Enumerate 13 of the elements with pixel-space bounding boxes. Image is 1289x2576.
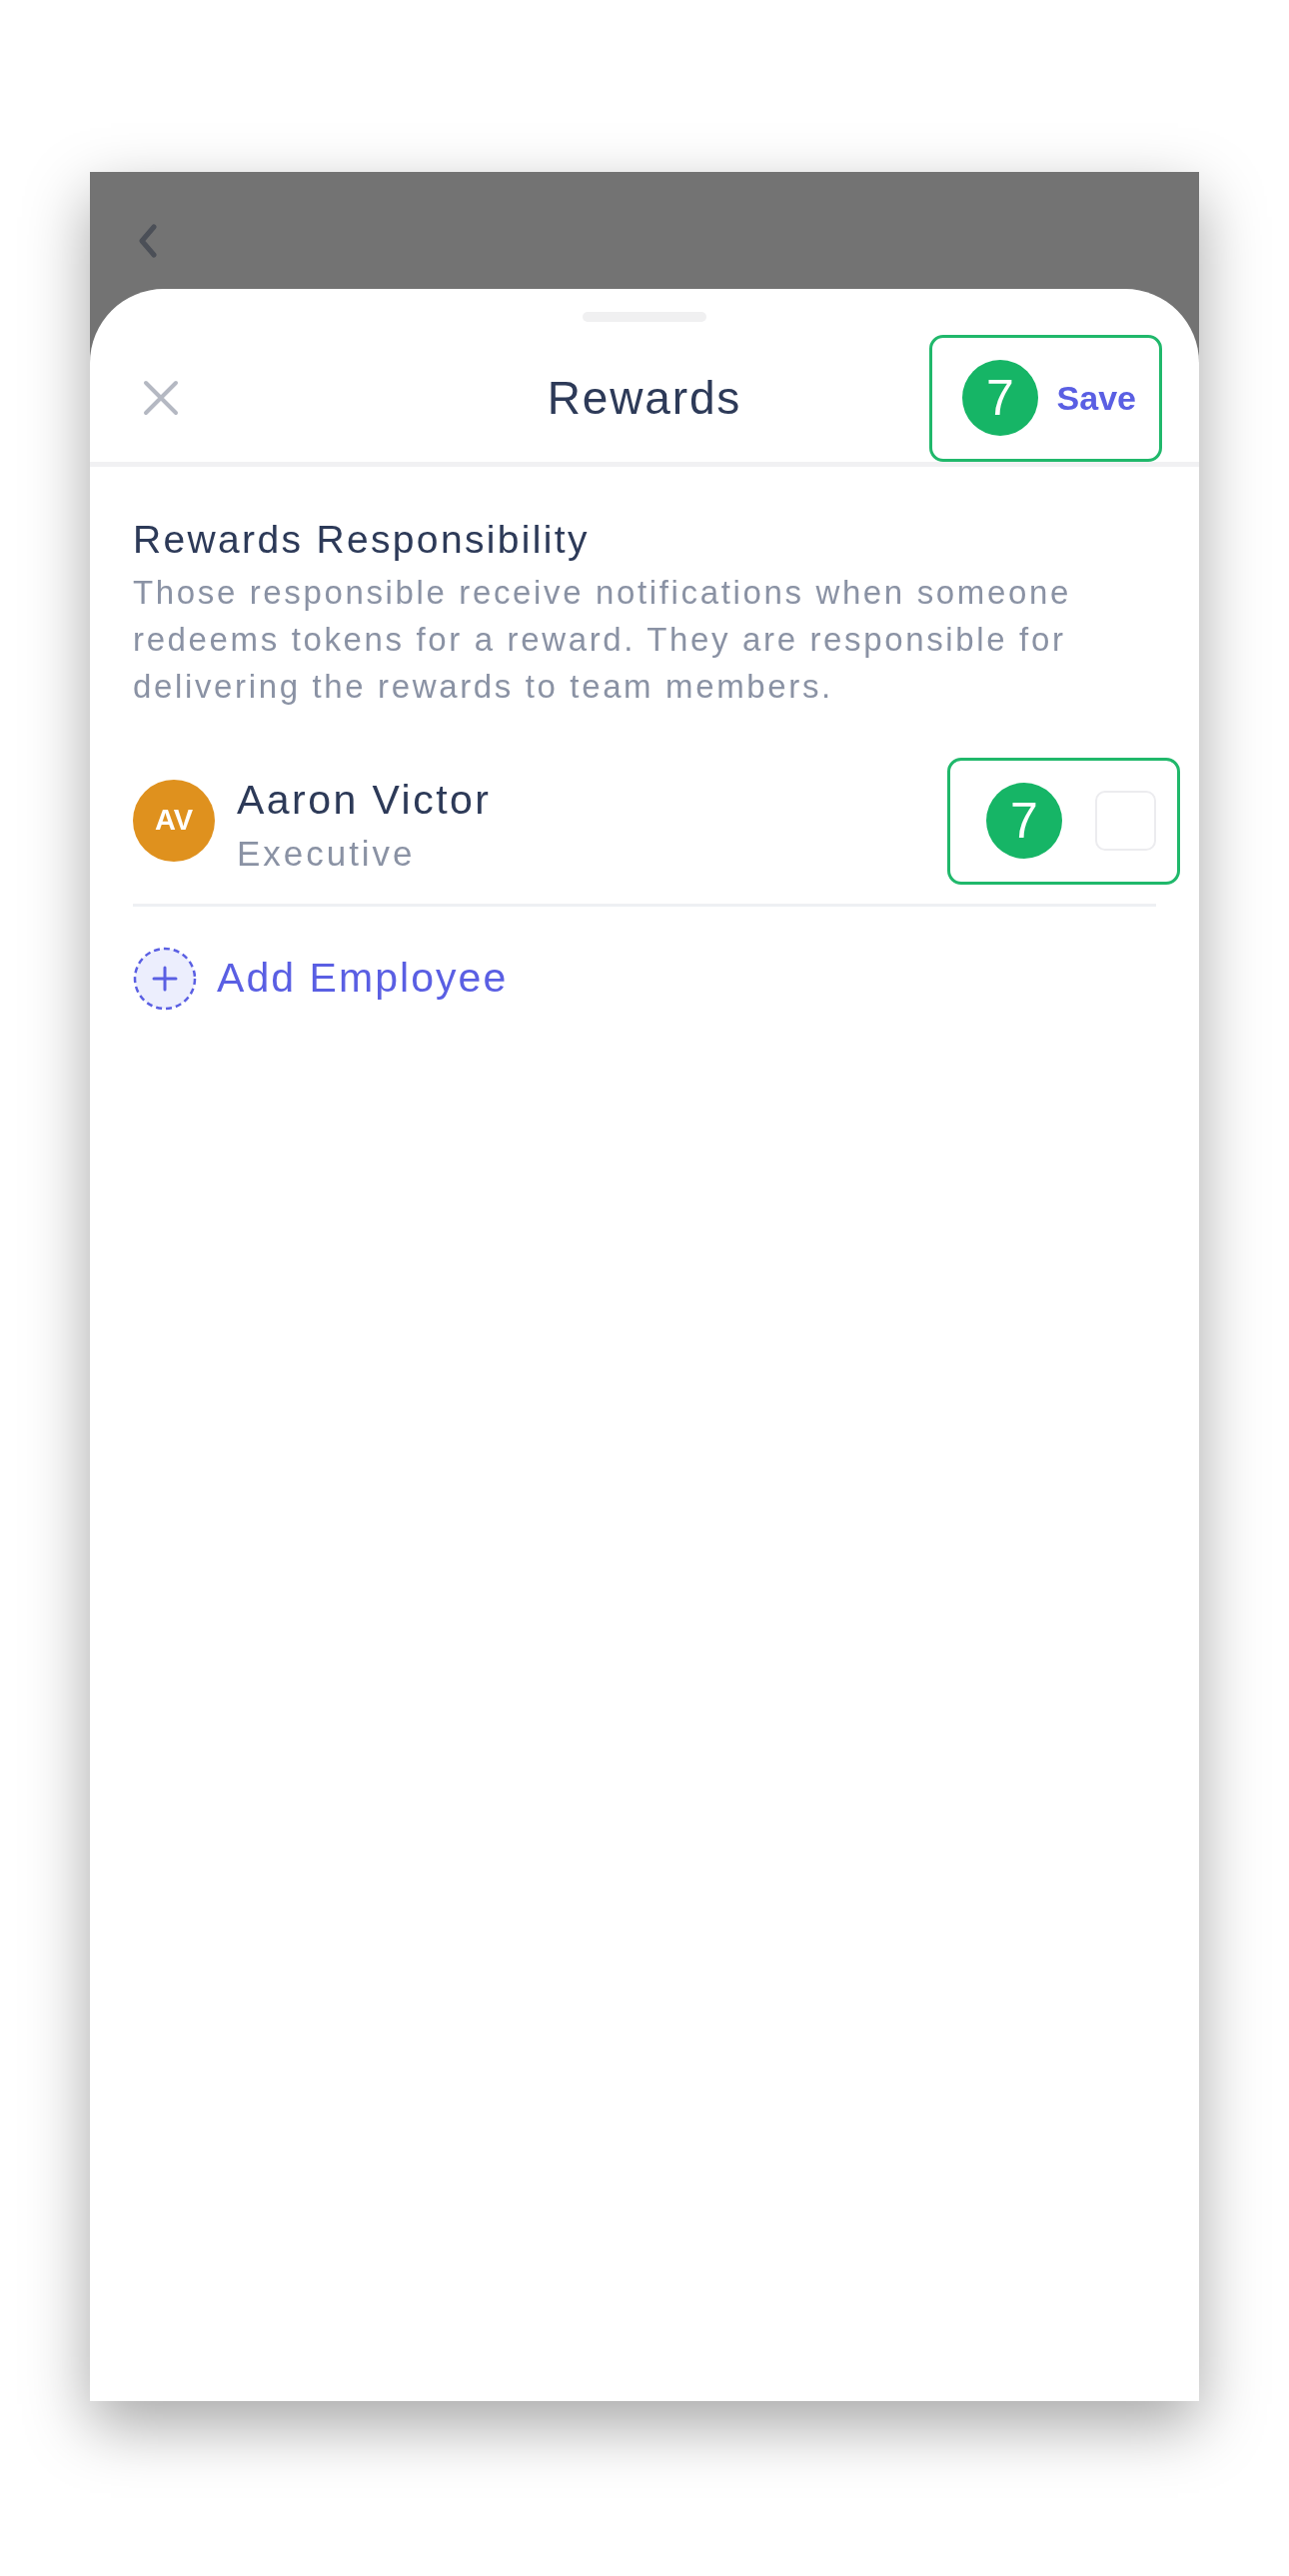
employee-name: Aaron Victor (237, 776, 492, 824)
avatar: AV (133, 780, 215, 862)
add-circle-icon (133, 947, 197, 1011)
step-badge: 7 (962, 360, 1038, 436)
section-description: Those responsible receive notifications when someone redeems tokens for a reward. They are responsible for delivering the rewards to team members. (133, 573, 1072, 707)
close-icon[interactable] (143, 380, 179, 416)
step-badge: 7 (986, 783, 1062, 859)
employee-role: Executive (237, 833, 416, 875)
save-button[interactable]: Save (1056, 381, 1136, 415)
sheet-title: Rewards (547, 375, 742, 421)
section-title: Rewards Responsibility (133, 517, 590, 563)
add-employee-button[interactable]: Add Employee (133, 947, 509, 1011)
back-icon[interactable] (138, 224, 158, 258)
